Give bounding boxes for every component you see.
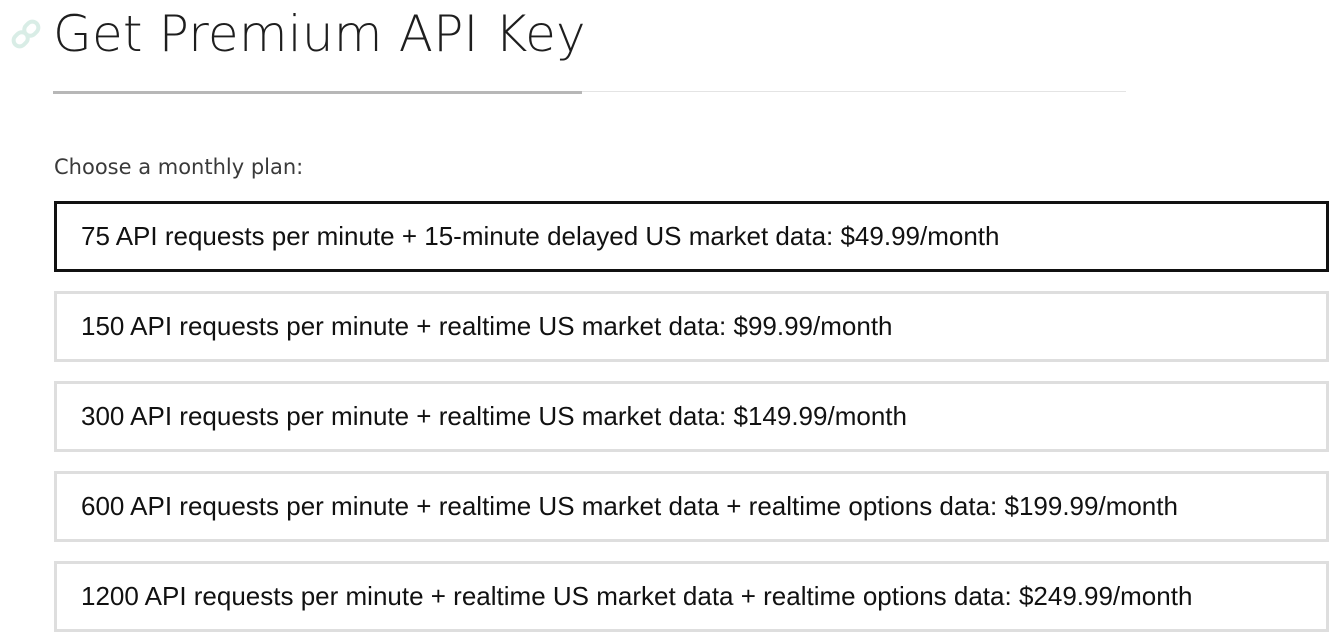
plan-option-600[interactable]: 600 API requests per minute + realtime U… [54,471,1329,542]
plan-option-label: 150 API requests per minute + realtime U… [81,311,893,341]
page-title: Get Premium API Key [53,5,586,63]
title-underline-accent [53,91,582,94]
link-icon[interactable] [8,16,44,52]
plan-option-300[interactable]: 300 API requests per minute + realtime U… [54,381,1329,452]
plan-option-1200[interactable]: 1200 API requests per minute + realtime … [54,561,1329,632]
plan-prompt: Choose a monthly plan: [54,155,304,179]
plan-list: 75 API requests per minute + 15-minute d… [54,201,1329,641]
plan-option-150[interactable]: 150 API requests per minute + realtime U… [54,291,1329,362]
plan-option-label: 300 API requests per minute + realtime U… [81,401,907,431]
plan-option-label: 1200 API requests per minute + realtime … [81,581,1193,611]
plan-option-75[interactable]: 75 API requests per minute + 15-minute d… [54,201,1329,272]
plan-option-label: 600 API requests per minute + realtime U… [81,491,1178,521]
plan-option-label: 75 API requests per minute + 15-minute d… [81,221,1000,251]
link-icon-graphic [11,19,41,49]
